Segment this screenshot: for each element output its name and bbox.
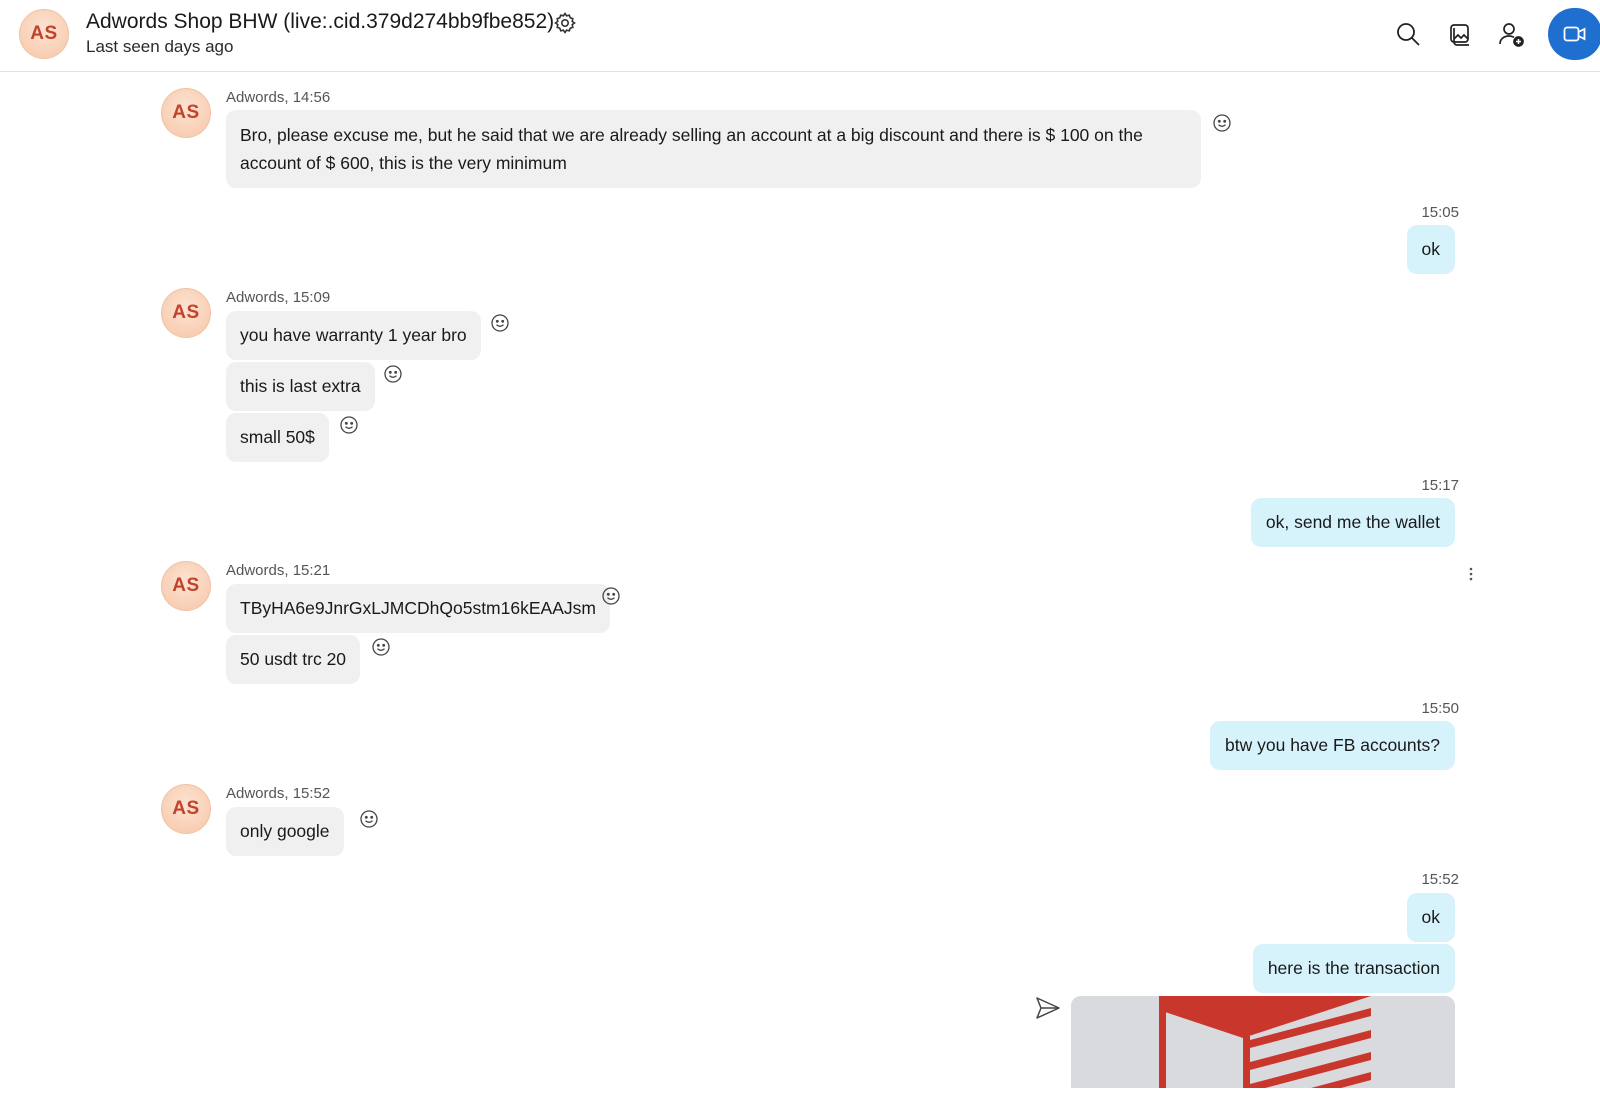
sender-avatar[interactable]: AS [161, 288, 211, 338]
image-attachment[interactable] [1071, 996, 1455, 1088]
message-meta: Adwords, 15:21 [226, 562, 331, 579]
message-bubble-outgoing[interactable]: ok [1406, 893, 1455, 942]
more-options-icon[interactable] [1468, 566, 1474, 582]
transaction-screenshot-image [1071, 996, 1455, 1088]
video-call-icon [1563, 26, 1586, 42]
message-bubble-incoming[interactable]: Bro, please excuse me, but he said that … [226, 110, 1201, 188]
message-bubble-outgoing[interactable]: ok [1406, 225, 1455, 274]
message-bubble-outgoing[interactable]: ok, send me the wallet [1250, 498, 1455, 547]
search-icon[interactable] [1394, 20, 1422, 48]
message-meta: 15:52 [1421, 871, 1459, 888]
emoji-react-icon[interactable] [371, 637, 391, 657]
message-meta: Adwords, 15:09 [226, 289, 331, 306]
emoji-react-icon[interactable] [601, 586, 621, 606]
emoji-react-icon[interactable] [383, 364, 403, 384]
message-bubble-incoming[interactable]: this is last extra [226, 362, 375, 411]
add-person-icon[interactable] [1497, 20, 1525, 48]
emoji-react-icon[interactable] [359, 809, 379, 829]
message-bubble-incoming[interactable]: small 50$ [226, 413, 329, 462]
message-meta: 15:05 [1421, 204, 1459, 221]
message-bubble-outgoing[interactable]: here is the transaction [1252, 944, 1455, 993]
message-bubble-outgoing[interactable]: btw you have FB accounts? [1210, 721, 1455, 770]
message-meta: Adwords, 14:56 [226, 89, 331, 106]
message-bubble-incoming[interactable]: 50 usdt trc 20 [226, 635, 361, 684]
sender-avatar[interactable]: AS [161, 561, 211, 611]
last-seen-status: Last seen days ago [86, 37, 234, 56]
message-meta: 15:17 [1421, 477, 1459, 494]
message-bubble-incoming[interactable]: TByHA6e9JnrGxLJMCDhQo5stm16kEAAJsm [226, 584, 610, 633]
message-meta: 15:50 [1421, 700, 1459, 717]
gear-icon[interactable] [553, 11, 577, 35]
contact-avatar[interactable]: AS [19, 9, 69, 59]
message-meta: Adwords, 15:52 [226, 785, 331, 802]
sender-avatar[interactable]: AS [161, 784, 211, 834]
message-bubble-incoming[interactable]: you have warranty 1 year bro [226, 311, 481, 360]
send-icon[interactable] [1034, 994, 1062, 1022]
gallery-icon[interactable] [1446, 20, 1474, 48]
sender-avatar[interactable]: AS [161, 88, 211, 138]
video-call-button[interactable] [1548, 8, 1600, 60]
emoji-react-icon[interactable] [339, 415, 359, 435]
chat-title[interactable]: Adwords Shop BHW (live:.cid.379d274bb9fb… [86, 10, 554, 34]
emoji-react-icon[interactable] [490, 313, 510, 333]
emoji-react-icon[interactable] [1212, 113, 1232, 133]
chat-header: AS Adwords Shop BHW (live:.cid.379d274bb… [0, 0, 1600, 72]
message-bubble-incoming[interactable]: only google [226, 807, 344, 856]
